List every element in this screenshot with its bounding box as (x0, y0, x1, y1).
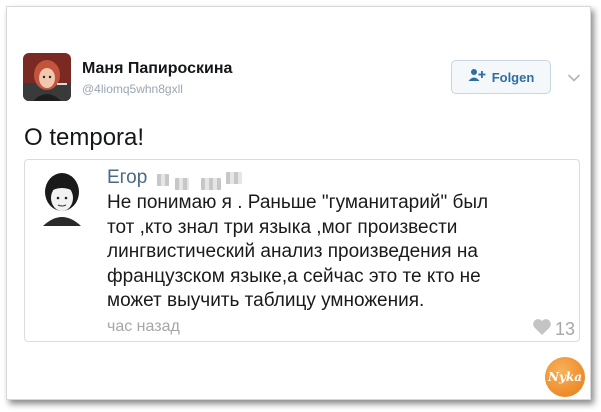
follow-label: Folgen (491, 69, 535, 85)
quote-line: лингвистический анализ произведения на (107, 241, 478, 262)
author-handle[interactable]: @4liomq5whn8gxll (82, 82, 183, 96)
quote-author-name[interactable]: Егор (107, 167, 147, 189)
quote-avatar[interactable] (39, 170, 85, 226)
watermark-logo: Nyka (545, 357, 585, 397)
like-count: 13 (555, 319, 576, 339)
add-user-icon (468, 68, 486, 87)
quote-line: тот ,кто знал три языка ,мог произвести (107, 216, 458, 238)
redacted-surname (175, 178, 189, 190)
quote-line: Не понимаю я . Раньше "гуманитарий" был (107, 192, 489, 213)
watermark-text: Nyka (547, 370, 583, 384)
tweet-text: O tempora! (24, 124, 145, 151)
follow-button[interactable]: Folgen (451, 60, 551, 94)
quoted-tweet[interactable]: Егор Не понимаю я . Раньше "гуманитарий"… (24, 159, 580, 342)
quote-line: французском языке,а сейчас это те кто не (107, 265, 481, 287)
redacted-surname (157, 174, 169, 186)
tweet-card: Маня Папироскина @4liomq5whn8gxll Folgen… (6, 6, 591, 400)
like-button[interactable]: 13 (532, 318, 575, 341)
chevron-down-icon[interactable] (567, 70, 581, 82)
heart-icon (532, 318, 552, 341)
redacted-surname (201, 178, 221, 190)
quote-text: Не понимаю я . Раньше "гуманитарий" был … (107, 191, 577, 314)
redacted-surname (226, 172, 242, 184)
avatar[interactable] (23, 53, 71, 101)
quote-line: может выучить таблицу умножения. (107, 290, 425, 311)
quote-timestamp: час назад (107, 318, 180, 335)
author-name[interactable]: Маня Папироскина (82, 60, 232, 78)
